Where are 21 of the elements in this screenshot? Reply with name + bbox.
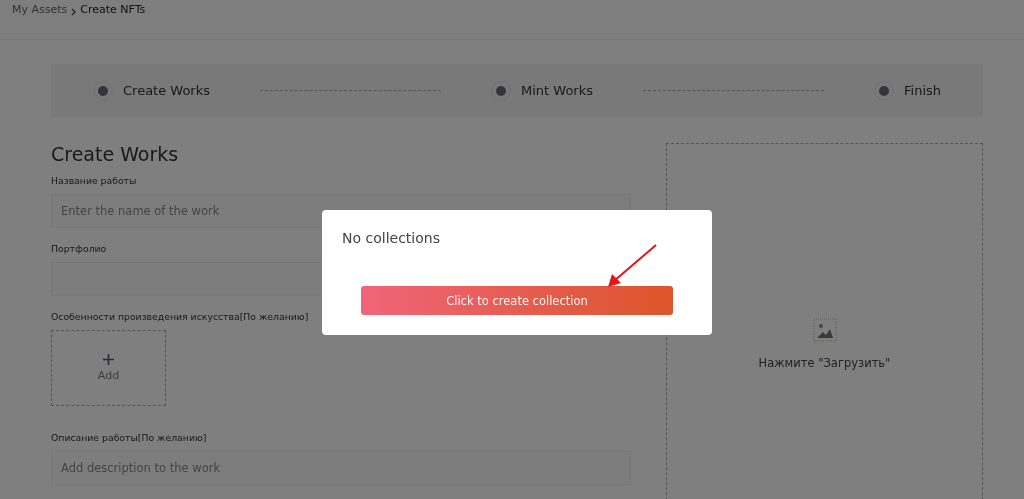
form-title: Create Works	[51, 143, 180, 165]
add-button[interactable]: Add	[51, 330, 166, 406]
image-icon	[812, 318, 837, 342]
step-label: Finish	[904, 83, 941, 98]
field-label: Особенности произведения искусства[По желанию]	[51, 311, 310, 322]
step-icon	[93, 80, 113, 101]
field-label: Описание работы[По желанию]	[51, 432, 208, 443]
chevron-icon	[71, 8, 77, 16]
field-label: Название работы	[51, 175, 138, 186]
field-label: Портфолио	[51, 243, 108, 254]
breadcrumb-link[interactable]: My Assets	[12, 3, 68, 16]
upload-hint: Нажмите "Загрузить"	[758, 356, 891, 370]
step-icon	[491, 80, 511, 101]
input-field[interactable]: Add description to the work	[51, 451, 631, 485]
dialog-message: No collections	[342, 230, 441, 246]
plus-icon	[103, 354, 114, 365]
annotation-arrow	[606, 243, 658, 289]
create-collection-button[interactable]: Click to create collection	[361, 286, 673, 315]
step-icon	[874, 80, 894, 101]
step-label: Mint Works	[521, 83, 593, 98]
step-label: Create Works	[123, 83, 211, 98]
